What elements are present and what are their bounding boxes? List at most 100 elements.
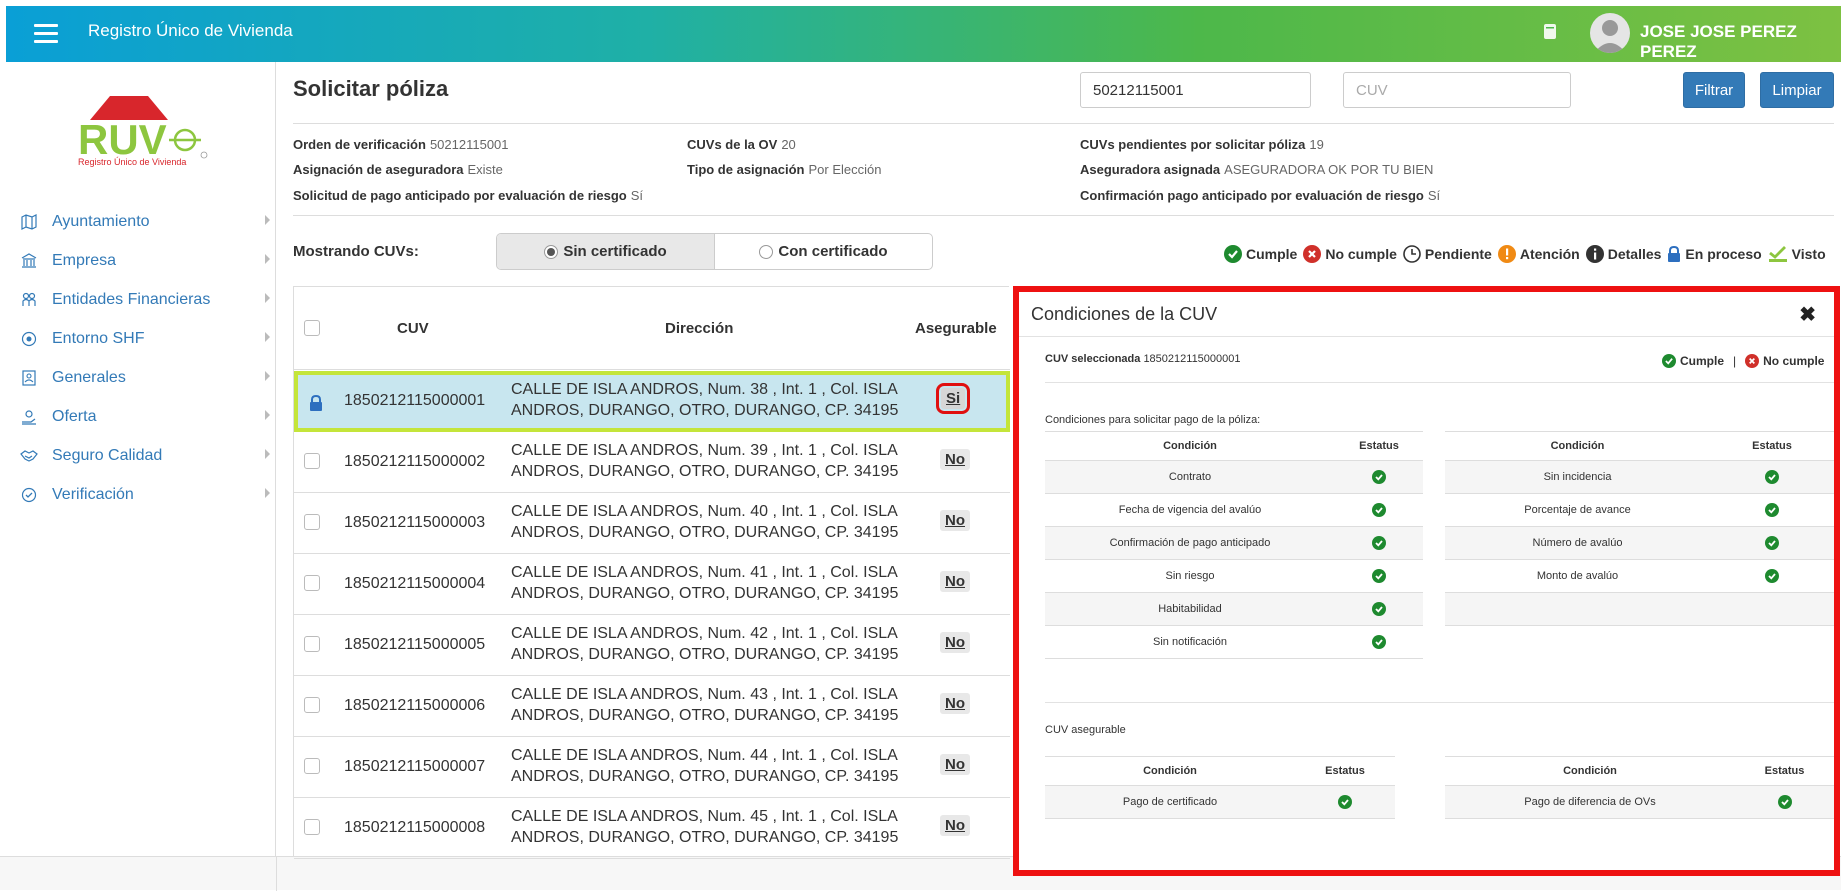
condition-row: Monto de avalúo bbox=[1445, 560, 1834, 593]
info-tipo: Tipo de asignación Por Elección bbox=[687, 162, 882, 177]
close-icon[interactable]: ✖ bbox=[1799, 302, 1816, 327]
row-checkbox[interactable] bbox=[304, 453, 320, 469]
header-asegurable[interactable]: Asegurable bbox=[915, 320, 997, 337]
conditions-table-left: Condición Estatus Contrato Fecha de vigen… bbox=[1045, 431, 1423, 659]
mostrando-label: Mostrando CUVs: bbox=[293, 243, 419, 260]
info-cuvs-ov: CUVs de la OV 20 bbox=[687, 137, 796, 152]
asegurable-link[interactable]: No bbox=[940, 571, 970, 592]
cumple-icon bbox=[1765, 569, 1779, 583]
info-aseguradora: Aseguradora asignada ASEGURADORA OK POR T… bbox=[1080, 162, 1434, 177]
row-checkbox[interactable] bbox=[304, 697, 320, 713]
visto-icon bbox=[1768, 246, 1787, 262]
no-cumple-icon bbox=[1745, 354, 1760, 368]
sidebar-item-oferta[interactable]: Oferta bbox=[0, 397, 276, 436]
col-estatus: Estatus bbox=[1325, 765, 1365, 777]
col-estatus: Estatus bbox=[1764, 765, 1805, 777]
menu-icon[interactable] bbox=[34, 24, 58, 44]
chevron-right-icon bbox=[265, 410, 270, 420]
row-checkbox[interactable] bbox=[304, 514, 320, 530]
app-title[interactable]: Registro Único de Vivienda bbox=[88, 21, 293, 41]
radio-icon bbox=[759, 244, 774, 259]
cuv-cell: 1850212115000001 bbox=[344, 392, 486, 409]
divider bbox=[293, 123, 1834, 124]
sidebar-item-generales[interactable]: Generales bbox=[0, 358, 276, 397]
no-cumple-icon bbox=[1303, 245, 1322, 263]
status-legend: Cumple No cumple Pendiente Atención Deta… bbox=[1224, 245, 1832, 263]
sidebar-item-entidades-financieras[interactable]: Entidades Financieras bbox=[0, 280, 276, 319]
asegurable-link[interactable]: No bbox=[940, 510, 970, 531]
header-direccion[interactable]: Dirección bbox=[665, 320, 733, 337]
row-checkbox[interactable] bbox=[304, 819, 320, 835]
condition-row: Fecha de vigencia del avalúo bbox=[1045, 494, 1423, 527]
filter-button[interactable]: Filtrar bbox=[1683, 72, 1745, 108]
sidebar-item-entorno-shf[interactable]: Entorno SHF bbox=[0, 319, 276, 358]
table-row[interactable]: 1850212115000005 CALLE DE ISLA ANDROS, N… bbox=[294, 615, 1010, 676]
table-row[interactable]: 1850212115000003 CALLE DE ISLA ANDROS, N… bbox=[294, 493, 1010, 554]
cumple-icon bbox=[1372, 470, 1386, 484]
table-row[interactable]: 1850212115000006 CALLE DE ISLA ANDROS, N… bbox=[294, 676, 1010, 737]
option-con-certificado[interactable]: Con certificado bbox=[715, 234, 932, 269]
lock-icon bbox=[310, 395, 322, 411]
cuv-cell: 1850212115000002 bbox=[344, 453, 486, 470]
page-title: Solicitar póliza bbox=[293, 76, 449, 101]
clear-button[interactable]: Limpiar bbox=[1760, 72, 1834, 108]
cuv-cell: 1850212115000007 bbox=[344, 758, 486, 775]
condition-row: Sin notificación bbox=[1045, 626, 1423, 659]
handshake-icon bbox=[20, 447, 38, 465]
row-checkbox[interactable] bbox=[304, 636, 320, 652]
asegurable-link[interactable]: No bbox=[940, 754, 970, 775]
address-cell: CALLE DE ISLA ANDROS, Num. 39 , Int. 1 ,… bbox=[511, 442, 899, 480]
table-row[interactable]: 1850212115000007 CALLE DE ISLA ANDROS, N… bbox=[294, 737, 1010, 798]
info-confirmacion: Confirmación pago anticipado por evaluac… bbox=[1080, 188, 1441, 203]
address-cell: CALLE DE ISLA ANDROS, Num. 40 , Int. 1 ,… bbox=[511, 503, 899, 541]
asegurable-table-right: Condición Estatus Pago de diferencia de O… bbox=[1445, 756, 1834, 819]
sidebar-item-ayuntamiento[interactable]: Ayuntamiento bbox=[0, 202, 276, 241]
table-row[interactable]: 1850212115000001 CALLE DE ISLA ANDROS, N… bbox=[294, 371, 1010, 432]
sidebar-item-label: Verificación bbox=[52, 485, 134, 503]
asegurable-link[interactable]: No bbox=[940, 693, 970, 714]
notification-icon[interactable] bbox=[1542, 23, 1558, 41]
divider bbox=[1019, 336, 1834, 337]
sidebar-item-empresa[interactable]: Empresa bbox=[0, 241, 276, 280]
sidebar-item-verificacion[interactable]: Verificación bbox=[0, 475, 276, 514]
sidebar-item-label: Empresa bbox=[52, 251, 117, 269]
cumple-icon bbox=[1372, 602, 1386, 616]
header-cuv[interactable]: CUV bbox=[397, 320, 429, 337]
condition-row-empty bbox=[1445, 593, 1834, 626]
sidebar-item-label: Seguro Calidad bbox=[52, 446, 163, 464]
section-asegurable-label: CUV asegurable bbox=[1045, 724, 1126, 736]
sidebar-item-seguro-calidad[interactable]: Seguro Calidad bbox=[0, 436, 276, 475]
avatar[interactable] bbox=[1590, 13, 1630, 53]
asegurable-link[interactable]: Si bbox=[935, 383, 971, 414]
address-cell: CALLE DE ISLA ANDROS, Num. 43 , Int. 1 ,… bbox=[511, 686, 899, 724]
table-row[interactable]: 1850212115000002 CALLE DE ISLA ANDROS, N… bbox=[294, 432, 1010, 493]
cuv-cell: 1850212115000005 bbox=[344, 636, 486, 653]
asegurable-link[interactable]: No bbox=[940, 449, 970, 470]
option-sin-certificado[interactable]: Sin certificado bbox=[497, 234, 715, 269]
detalles-icon bbox=[1585, 245, 1604, 263]
asegurable-table-left: Condición Estatus Pago de certificado bbox=[1045, 756, 1395, 819]
table-row[interactable]: 1850212115000004 CALLE DE ISLA ANDROS, N… bbox=[294, 554, 1010, 615]
user-name[interactable]: JOSE JOSE PEREZ PEREZ bbox=[1640, 22, 1841, 62]
condition-row: Habitabilidad bbox=[1045, 593, 1423, 626]
pendiente-icon bbox=[1403, 245, 1421, 263]
info-solicitud: Solicitud de pago anticipado por evaluac… bbox=[293, 188, 644, 203]
sidebar: RUV Registro Único de Vivienda Ayuntamie… bbox=[0, 62, 276, 890]
asegurable-link[interactable]: No bbox=[940, 632, 970, 653]
divider bbox=[293, 215, 1834, 216]
condition-row: Pago de certificado bbox=[1045, 786, 1395, 819]
row-checkbox[interactable] bbox=[304, 758, 320, 774]
search-input[interactable] bbox=[1080, 72, 1311, 108]
asegurable-link[interactable]: No bbox=[940, 815, 970, 836]
address-cell: CALLE DE ISLA ANDROS, Num. 44 , Int. 1 ,… bbox=[511, 747, 899, 785]
certificate-toggle: Sin certificado Con certificado bbox=[496, 233, 933, 270]
sidebar-item-label: Generales bbox=[52, 368, 126, 386]
cuv-table: CUV Dirección Asegurable 185021211500000… bbox=[293, 286, 1010, 859]
select-all-checkbox[interactable] bbox=[304, 320, 320, 336]
hand-icon bbox=[20, 408, 38, 426]
table-row[interactable]: 1850212115000008 CALLE DE ISLA ANDROS, N… bbox=[294, 798, 1010, 859]
cumple-icon bbox=[1662, 354, 1676, 368]
col-condicion: Condición bbox=[1163, 440, 1217, 452]
row-checkbox[interactable] bbox=[304, 575, 320, 591]
cuv-input[interactable] bbox=[1343, 72, 1571, 108]
